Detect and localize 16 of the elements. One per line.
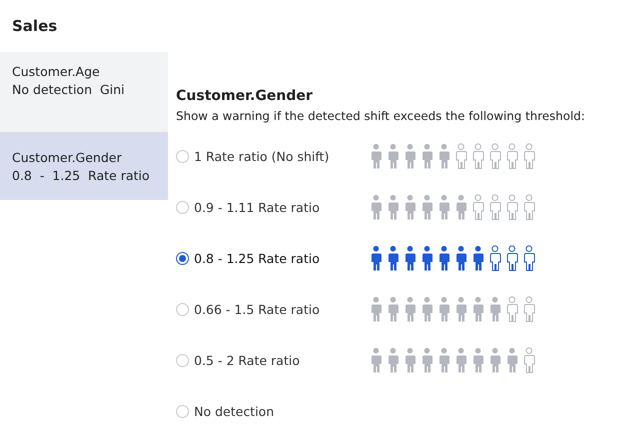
option-label[interactable]: No detection [194,404,370,419]
attribute-name: Customer.Gender [12,150,123,165]
sidebar-item[interactable]: Customer.Age No detection Gini [0,52,168,132]
option-label[interactable]: 0.9 - 1.11 Rate ratio [194,200,370,215]
option-label[interactable]: 1 Rate ratio (No shift) [194,149,370,164]
radio-button[interactable] [176,252,189,265]
instruction-text: Show a warning if the detected shift exceeds the following threshold: [176,109,586,123]
attribute-detail: No detection Gini [12,82,126,97]
option-label[interactable]: 0.8 - 1.25 Rate ratio [194,251,370,266]
attribute-detail: 0.8 - 1.25 Rate ratio [12,168,151,183]
option-label[interactable]: 0.5 - 2 Rate ratio [194,353,370,368]
section-title: Sales [12,17,58,35]
option-label[interactable]: 0.66 - 1.5 Rate ratio [194,302,370,317]
panel-title: Customer.Gender [176,88,314,104]
attribute-name: Customer.Age [12,64,101,79]
sidebar-item[interactable]: Customer.Gender 0.8 - 1.25 Rate ratio [0,132,168,200]
